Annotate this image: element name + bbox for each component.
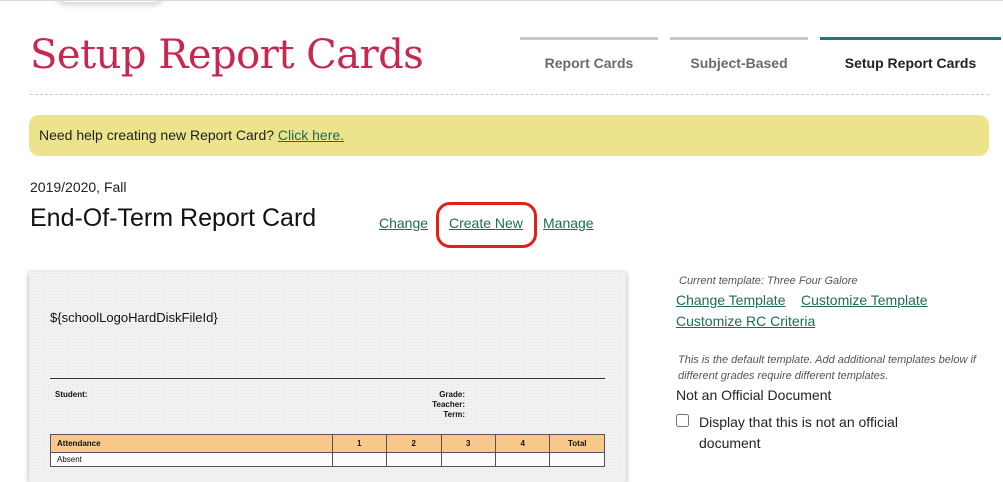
term-label: 2019/2020, Fall — [30, 179, 127, 195]
table-cell — [440, 452, 496, 467]
official-document-heading: Not an Official Document — [676, 387, 832, 403]
tab-subject-based[interactable]: Subject-Based — [670, 37, 808, 83]
student-label: Student: — [55, 390, 88, 399]
official-document-label[interactable]: Display that this is not an official doc… — [699, 412, 939, 454]
help-banner: Need help creating new Report Card? Clic… — [29, 115, 989, 156]
page-title: Setup Report Cards — [30, 32, 424, 78]
header-period-2: 2 — [386, 434, 442, 453]
teacher-label: Teacher: — [432, 400, 465, 409]
attendance-table: Attendance 1 2 3 4 Total Absent — [50, 434, 605, 467]
top-border — [0, 0, 1003, 1]
help-link[interactable]: Click here. — [278, 127, 344, 143]
table-cell — [331, 452, 388, 467]
customize-criteria-link[interactable]: Customize RC Criteria — [676, 313, 815, 329]
table-cell — [494, 452, 551, 467]
header-total: Total — [549, 434, 605, 453]
report-card-title: End-Of-Term Report Card — [30, 204, 317, 232]
manage-link[interactable]: Manage — [543, 215, 594, 231]
school-logo-placeholder: ${schoolLogoHardDiskFileId} — [50, 310, 218, 325]
help-banner-text: Need help creating new Report Card? — [39, 127, 275, 143]
change-template-link[interactable]: Change Template — [676, 292, 785, 308]
current-template-note: Current template: Three Four Galore — [679, 275, 858, 287]
tab-bar: Report Cards Subject-Based Setup Report … — [520, 37, 1001, 83]
tab-setup-report-cards[interactable]: Setup Report Cards — [820, 37, 1001, 83]
table-cell — [549, 452, 605, 467]
grade-label: Grade: — [439, 390, 465, 399]
default-template-note: This is the default template. Add additi… — [678, 354, 976, 382]
term-field-label: Term: — [443, 410, 465, 419]
customize-template-link[interactable]: Customize Template — [801, 292, 928, 308]
table-row: Absent — [50, 452, 605, 467]
change-link[interactable]: Change — [379, 215, 428, 231]
table-cell — [386, 452, 442, 467]
header-period-4: 4 — [494, 434, 551, 453]
report-card-preview: ${schoolLogoHardDiskFileId} Student: Gra… — [29, 272, 626, 482]
preview-rule — [50, 378, 605, 379]
header-attendance: Attendance — [50, 434, 333, 453]
row-label: Absent — [50, 452, 333, 467]
header-divider — [30, 94, 989, 95]
tab-report-cards[interactable]: Report Cards — [520, 37, 658, 83]
official-document-checkbox[interactable] — [676, 414, 689, 427]
create-new-highlight — [436, 202, 537, 248]
table-header-row: Attendance 1 2 3 4 Total — [50, 434, 605, 453]
header-period-1: 1 — [331, 434, 388, 453]
header-period-3: 3 — [440, 434, 496, 453]
